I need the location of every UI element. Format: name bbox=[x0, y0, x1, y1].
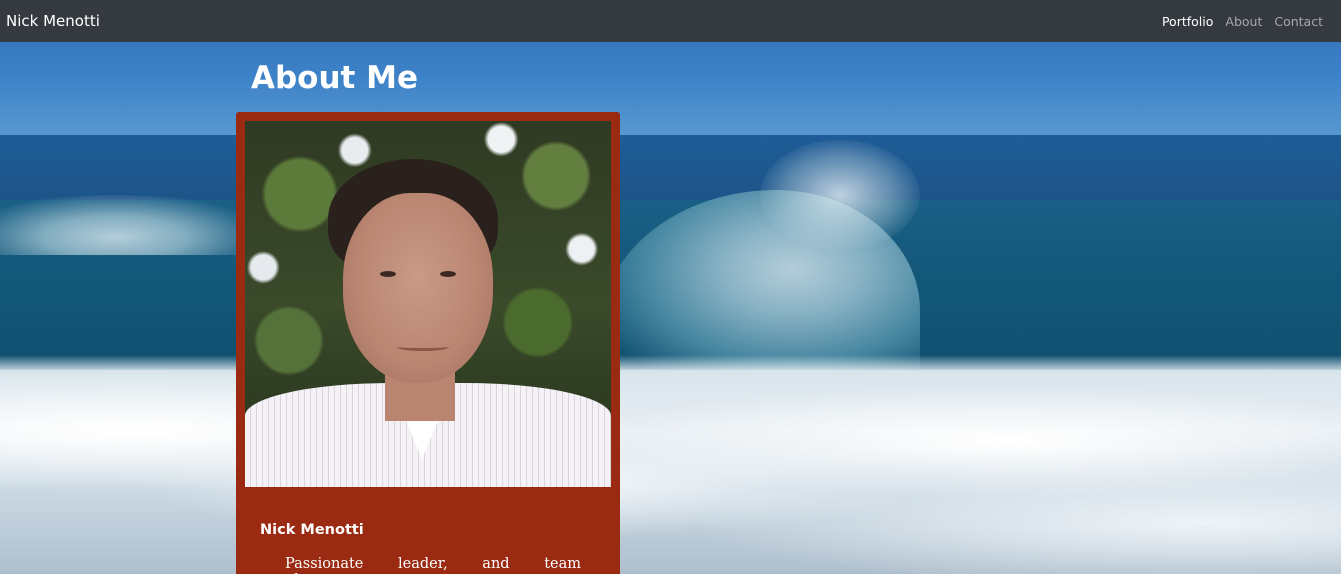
nav-link-contact[interactable]: Contact bbox=[1274, 14, 1323, 29]
profile-description: Passionate leader, and team player bbox=[285, 556, 581, 574]
ocean-wave-background bbox=[0, 0, 1341, 574]
surf-foam bbox=[0, 370, 1341, 574]
nav-link-about[interactable]: About bbox=[1225, 14, 1262, 29]
profile-card: Nick Menotti Passionate leader, and team… bbox=[236, 112, 620, 574]
page-title: About Me bbox=[251, 60, 419, 96]
nav-link-portfolio[interactable]: Portfolio bbox=[1162, 14, 1213, 29]
photo-mouth bbox=[397, 343, 449, 351]
photo-eye-right bbox=[440, 271, 456, 277]
horizon bbox=[0, 135, 1341, 205]
wave-spray bbox=[760, 140, 920, 250]
nav-links: Portfolio About Contact bbox=[1162, 14, 1335, 29]
brand-link[interactable]: Nick Menotti bbox=[6, 12, 100, 30]
wave-crest-left bbox=[0, 195, 260, 255]
profile-photo bbox=[245, 121, 611, 487]
photo-eye-left bbox=[380, 271, 396, 277]
photo-face bbox=[343, 193, 493, 383]
profile-name: Nick Menotti bbox=[260, 522, 364, 538]
top-navbar: Nick Menotti Portfolio About Contact bbox=[0, 0, 1341, 42]
